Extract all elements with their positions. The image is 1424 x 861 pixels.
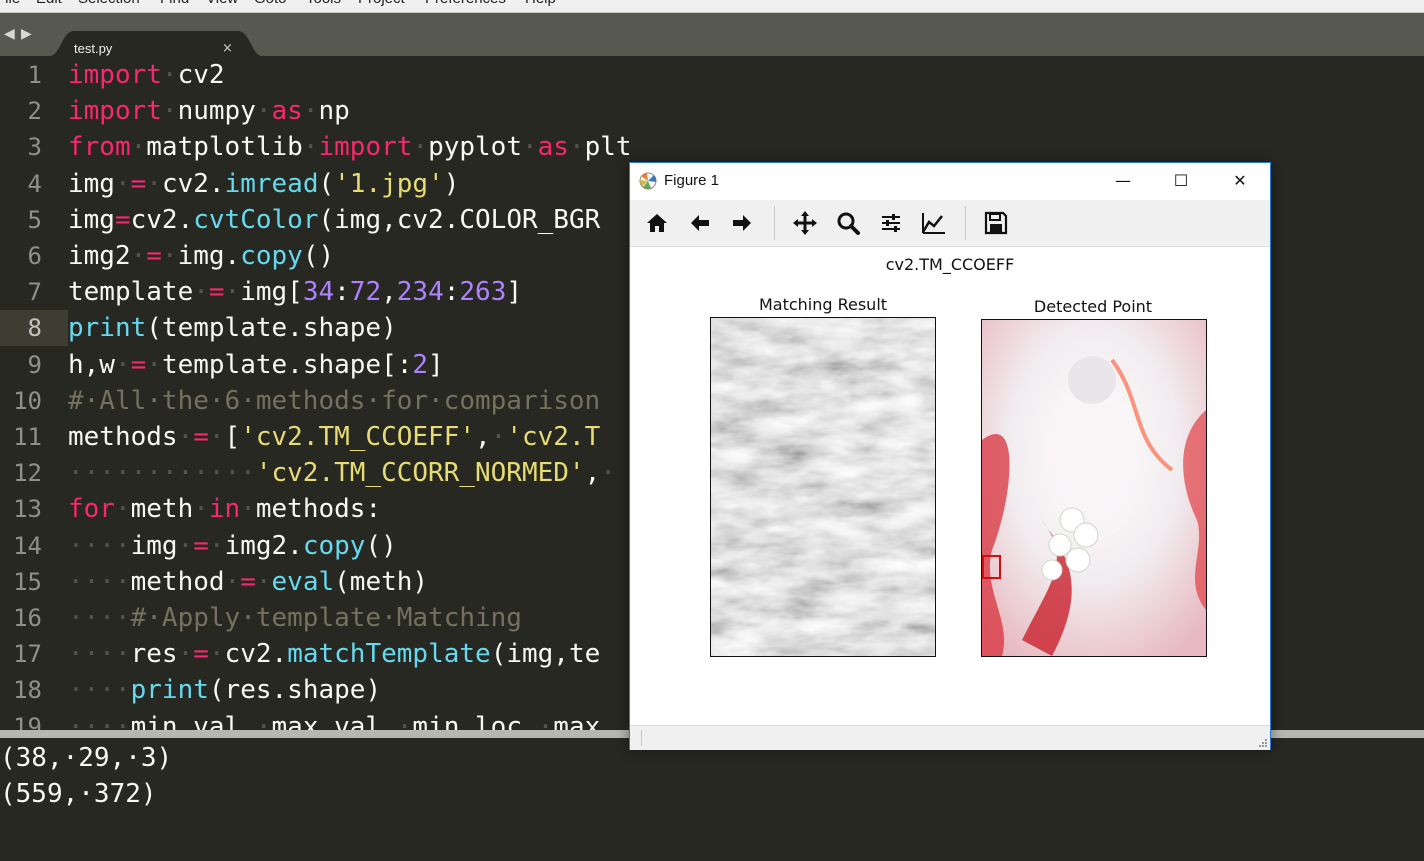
tab-scroll-left-icon[interactable]: ◀ [4, 26, 15, 42]
figure-titlebar[interactable]: Figure 1 — ☐ ✕ [630, 163, 1270, 199]
code-line[interactable]: #·All·the·6·methods·for·comparison [68, 383, 600, 419]
code-line[interactable]: ····#·Apply·template·Matching [68, 600, 522, 636]
menu-file[interactable]: File [0, 0, 20, 7]
minimize-button[interactable]: — [1105, 169, 1141, 193]
line-number: 14 [13, 531, 42, 560]
menu-view[interactable]: View [206, 0, 238, 7]
menu-goto[interactable]: Goto [254, 0, 287, 7]
navigation-toolbar [630, 200, 1270, 247]
tab-scroll-right-icon[interactable]: ▶ [21, 26, 32, 42]
toolbar-separator [774, 206, 775, 240]
menu-project[interactable]: Project [358, 0, 405, 7]
zoom-icon[interactable] [834, 209, 862, 237]
line-number: 11 [13, 423, 42, 451]
code-line[interactable]: img·=·cv2.imread('1.jpg') [68, 166, 459, 202]
code-line[interactable]: import·cv2 [68, 57, 225, 93]
line-number: 12 [13, 459, 42, 488]
maximize-button[interactable]: ☐ [1163, 169, 1199, 193]
code-line[interactable]: for·meth·in·methods: [68, 491, 381, 527]
matplotlib-icon [639, 172, 657, 190]
tab-close-icon[interactable]: × [222, 41, 233, 56]
menu-help[interactable]: Help [525, 0, 556, 7]
line-number: 18 [13, 676, 42, 705]
figure-window[interactable]: Figure 1 — ☐ ✕ cv2.TM_CCOEFF Matching Re… [629, 162, 1271, 750]
menu-bar: File Edit Selection Find View Goto Tools Projec… [0, 0, 1424, 13]
console-line: (38,·29,·3) [0, 743, 173, 773]
code-line[interactable]: ····method·=·eval(meth) [68, 564, 428, 600]
line-number: 15 [13, 567, 42, 596]
code-line[interactable]: methods·=·['cv2.TM_CCOEFF',·'cv2.T [68, 419, 600, 455]
menu-selection[interactable]: Selection [78, 0, 140, 7]
line-number: 1 [27, 61, 42, 89]
line-number: 13 [13, 495, 42, 524]
pan-icon[interactable] [791, 209, 819, 237]
code-line[interactable]: ····res·=·cv2.matchTemplate(img,te [68, 636, 600, 672]
detected-point-image [981, 319, 1207, 657]
line-number: 3 [27, 133, 42, 162]
matching-result-image [710, 317, 936, 657]
resize-grip-icon[interactable] [1258, 738, 1268, 748]
line-number: 19 [13, 712, 42, 730]
back-icon[interactable] [686, 209, 714, 237]
menu-tools[interactable]: Tools [306, 0, 341, 7]
menu-preferences[interactable]: Preferences [425, 0, 506, 7]
home-icon[interactable] [643, 209, 671, 237]
line-number: 17 [13, 640, 42, 669]
toolbar-separator [965, 206, 966, 240]
line-number: 2 [27, 97, 42, 126]
line-number: 7 [27, 278, 42, 307]
code-line[interactable]: img2·=·img.copy() [68, 238, 334, 274]
save-icon[interactable] [982, 209, 1010, 237]
tab-label: test.py [74, 41, 113, 56]
console-line: (559,·372) [0, 779, 157, 809]
line-number: 8 [27, 314, 42, 343]
line-number: 6 [27, 242, 42, 270]
figure-suptitle: cv2.TM_CCOEFF [885, 255, 1015, 274]
line-number: 10 [13, 386, 42, 415]
figure-canvas[interactable]: cv2.TM_CCOEFF Matching Result Detected P… [630, 247, 1270, 725]
line-number: 4 [27, 169, 42, 198]
code-line[interactable]: import·numpy·as·np [68, 93, 350, 129]
code-line[interactable]: ····min_val,·max_val,·min_loc,·max [68, 709, 600, 730]
tab-bar: ◀ ▶ test.py × [0, 13, 1424, 56]
forward-icon[interactable] [728, 209, 756, 237]
right-axes-title: Detected Point [1033, 297, 1153, 316]
code-line[interactable]: h,w·=·template.shape[:2] [68, 347, 444, 383]
code-line[interactable]: ····img·=·img2.copy() [68, 528, 397, 564]
close-button[interactable]: ✕ [1222, 169, 1258, 193]
customize-icon[interactable] [920, 209, 948, 237]
figure-title: Figure 1 [664, 172, 720, 189]
code-line[interactable]: print(template.shape) [68, 310, 397, 346]
left-axes-title: Matching Result [758, 295, 888, 314]
output-console[interactable]: (38,·29,·3) (559,·372) [0, 738, 1424, 861]
figure-statusbar [630, 725, 1270, 750]
status-separator [641, 730, 642, 746]
line-number: 5 [27, 205, 42, 234]
menu-edit[interactable]: Edit [36, 0, 62, 7]
code-line[interactable]: from·matplotlib·import·pyplot·as·plt [68, 129, 632, 165]
code-line[interactable]: ····print(res.shape) [68, 672, 381, 708]
subplots-icon[interactable] [877, 209, 905, 237]
line-number: 16 [13, 604, 42, 632]
line-number: 9 [27, 350, 42, 379]
code-line[interactable]: img=cv2.cvtColor(img,cv2.COLOR_BGR [68, 202, 600, 238]
menu-find[interactable]: Find [160, 0, 189, 7]
code-line[interactable]: template·=·img[34:72,234:263] [68, 274, 522, 310]
tab-test-py[interactable]: test.py × [50, 31, 262, 56]
